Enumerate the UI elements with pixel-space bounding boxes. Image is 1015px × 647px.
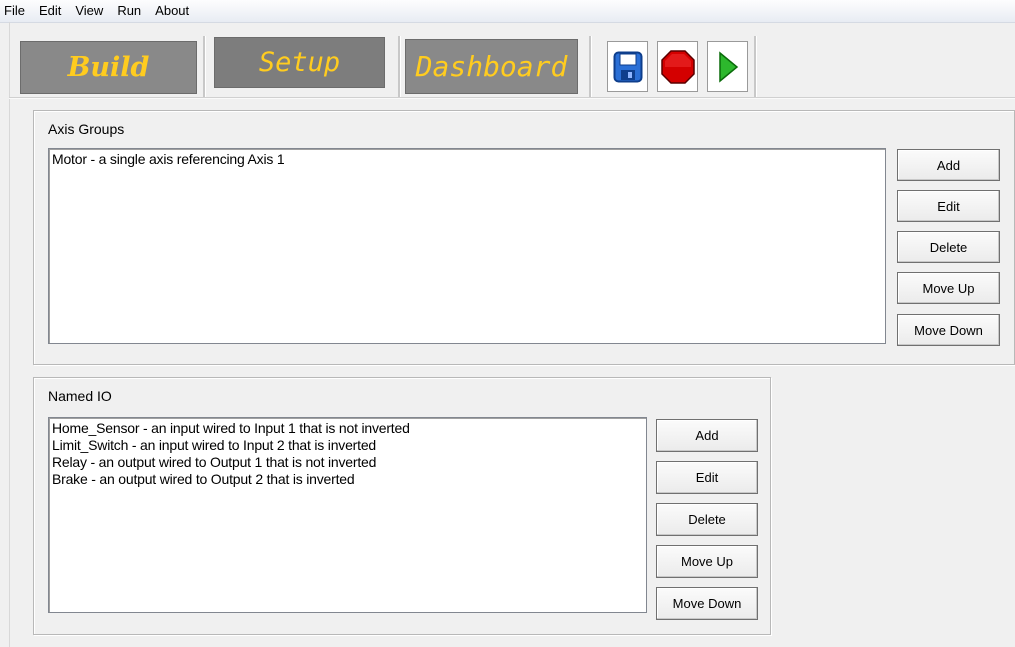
run-button[interactable] — [707, 41, 748, 92]
axis-groups-list[interactable]: Motor - a single axis referencing Axis 1 — [48, 148, 886, 344]
list-item[interactable]: Relay - an output wired to Output 1 that… — [52, 454, 643, 471]
save-icon — [613, 51, 642, 82]
stop-icon — [660, 49, 695, 84]
save-button[interactable] — [607, 41, 648, 92]
axis-delete-button[interactable]: Delete — [897, 231, 1000, 263]
menu-run[interactable]: Run — [110, 0, 148, 22]
axis-move-down-button[interactable]: Move Down — [897, 314, 1000, 346]
named-io-list[interactable]: Home_Sensor - an input wired to Input 1 … — [48, 417, 647, 613]
window-left-edge — [9, 22, 10, 647]
menu-file[interactable]: File — [0, 0, 32, 22]
nav-build-label: Build — [67, 52, 150, 83]
named-io-title: Named IO — [48, 388, 112, 404]
io-delete-button[interactable]: Delete — [656, 503, 758, 536]
menu-about[interactable]: About — [148, 0, 196, 22]
nav-separator — [589, 36, 592, 98]
menu-bar: File Edit View Run About — [0, 0, 1015, 23]
nav-setup-button[interactable]: Setup — [214, 37, 385, 88]
list-item[interactable]: Brake - an output wired to Output 2 that… — [52, 471, 643, 488]
stop-button[interactable] — [657, 41, 698, 92]
nav-dashboard-label: Dashboard — [415, 50, 568, 83]
axis-add-button[interactable]: Add — [897, 149, 1000, 181]
list-item[interactable]: Limit_Switch - an input wired to Input 2… — [52, 437, 643, 454]
menu-view[interactable]: View — [68, 0, 110, 22]
list-item[interactable]: Home_Sensor - an input wired to Input 1 … — [52, 420, 643, 437]
nav-separator — [398, 36, 401, 98]
menu-edit[interactable]: Edit — [32, 0, 68, 22]
nav-build-button[interactable]: Build — [20, 41, 197, 94]
axis-groups-title: Axis Groups — [48, 121, 125, 137]
nav-separator — [203, 36, 206, 98]
toolbar-divider-highlight — [9, 98, 1015, 99]
nav-setup-label: Setup — [258, 47, 341, 78]
toolbar-separator — [754, 36, 757, 98]
list-item[interactable]: Motor - a single axis referencing Axis 1 — [52, 151, 882, 168]
io-add-button[interactable]: Add — [656, 419, 758, 452]
io-edit-button[interactable]: Edit — [656, 461, 758, 494]
nav-dashboard-button[interactable]: Dashboard — [405, 39, 578, 94]
io-move-down-button[interactable]: Move Down — [656, 587, 758, 620]
axis-edit-button[interactable]: Edit — [897, 190, 1000, 222]
play-icon — [718, 50, 738, 83]
axis-move-up-button[interactable]: Move Up — [897, 272, 1000, 304]
io-move-up-button[interactable]: Move Up — [656, 545, 758, 578]
